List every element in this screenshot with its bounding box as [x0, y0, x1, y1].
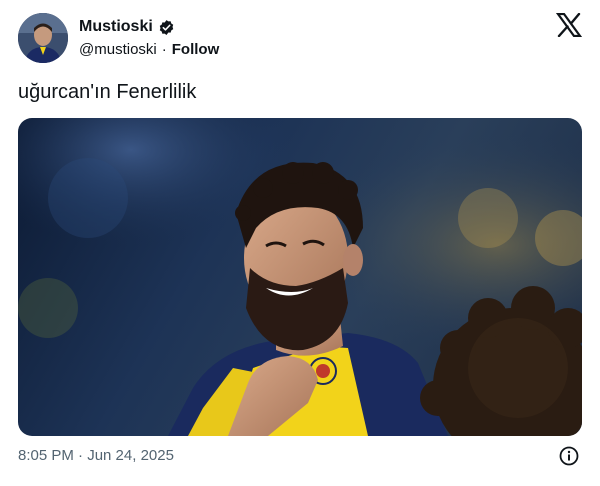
- avatar-image: [18, 13, 68, 63]
- author-handle-row: @mustioski · Follow: [79, 41, 219, 58]
- tweet-timestamp[interactable]: 8:05 PM · Jun 24, 2025: [18, 447, 174, 464]
- verified-badge-icon: [158, 19, 175, 36]
- follow-button[interactable]: Follow: [172, 41, 220, 58]
- tweet-photo[interactable]: [18, 118, 582, 436]
- separator-dot: ·: [161, 41, 167, 58]
- x-logo-icon[interactable]: [555, 12, 583, 38]
- info-icon[interactable]: [559, 446, 579, 466]
- tweet-text: uğurcan'ın Fenerlilik: [18, 81, 197, 103]
- author-handle[interactable]: @mustioski: [79, 41, 157, 58]
- author-display-name[interactable]: Mustioski: [79, 18, 153, 36]
- author-name-row: Mustioski: [79, 18, 175, 36]
- tweet-card: Mustioski @mustioski · Follow uğurcan'ın…: [0, 0, 600, 486]
- photo-content: [18, 118, 582, 436]
- avatar[interactable]: [18, 13, 68, 63]
